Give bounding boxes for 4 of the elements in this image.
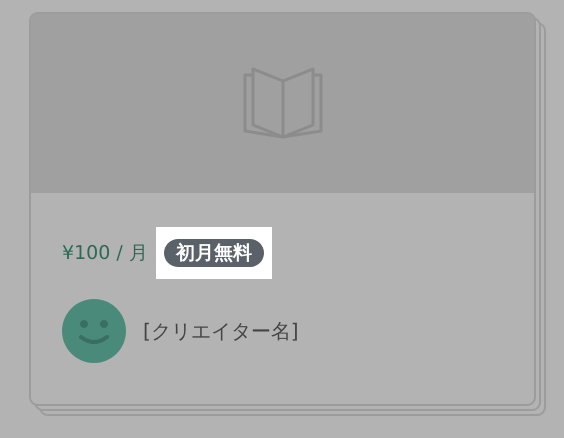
free-month-badge: 初月無料: [164, 239, 264, 267]
smiley-avatar-icon: [62, 299, 126, 363]
creator-name: [クリエイター名]: [143, 318, 299, 344]
price-text: ¥100 / 月: [62, 241, 148, 266]
